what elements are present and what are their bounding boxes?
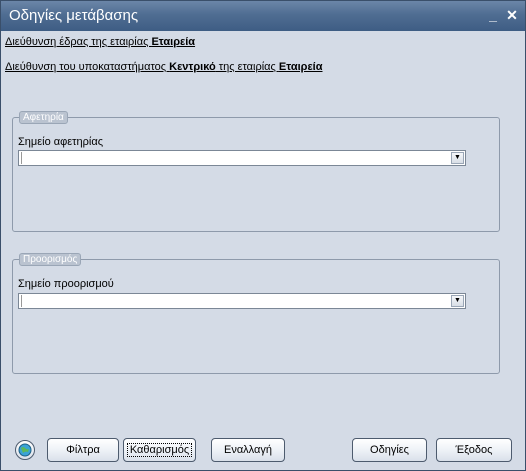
clear-button-label: Καθαρισμός [126, 443, 193, 457]
branch-link-middle: της εταιρίας [215, 61, 279, 73]
close-button[interactable]: ✕ [504, 7, 520, 23]
directions-button[interactable]: Οδηγίες [352, 438, 427, 462]
branch-name: Κεντρικό [169, 61, 216, 73]
start-point-caret [21, 152, 23, 164]
directions-button-label: Οδηγίες [370, 444, 409, 456]
minimize-button[interactable]: _ [485, 7, 501, 23]
filters-button[interactable]: Φίλτρα [47, 438, 119, 462]
headquarters-link-prefix: Διεύθυνση έδρας της εταιρίας [5, 36, 152, 48]
chevron-down-icon[interactable]: ▼ [451, 295, 464, 307]
exit-button-label: Έξοδος [455, 444, 493, 456]
chevron-down-icon[interactable]: ▼ [451, 152, 464, 164]
swap-button[interactable]: Εναλλαγή [211, 438, 285, 462]
map-globe-icon [18, 443, 32, 457]
branch-link-prefix: Διεύθυνση του υποκαταστήματος [5, 61, 170, 73]
destination-point-combobox[interactable]: ▼ [18, 293, 466, 309]
branch-company-name: Εταιρεία [278, 61, 323, 73]
clear-button[interactable]: Καθαρισμός [123, 438, 196, 462]
start-group-legend: Αφετηρία [19, 111, 68, 124]
map-button[interactable] [15, 440, 35, 460]
destination-group-legend: Προορισμός [19, 253, 82, 266]
headquarters-company-name: Εταιρεία [151, 36, 196, 48]
branch-address-link[interactable]: Διεύθυνση του υποκαταστήματος Κεντρικό τ… [5, 61, 323, 73]
start-point-combobox[interactable]: ▼ [18, 150, 466, 166]
start-point-label: Σημείο αφετηρίας [18, 136, 103, 148]
exit-button[interactable]: Έξοδος [436, 438, 512, 462]
filters-button-label: Φίλτρα [66, 444, 100, 456]
window-title: Οδηγίες μετάβασης [9, 7, 139, 24]
swap-button-label: Εναλλαγή [223, 444, 272, 456]
title-bar: Οδηγίες μετάβασης _ ✕ [1, 1, 525, 31]
directions-window: Οδηγίες μετάβασης _ ✕ Διεύθυνση έδρας τη… [0, 0, 526, 471]
start-point-group: Αφετηρία Σημείο αφετηρίας ▼ [12, 111, 500, 232]
destination-group: Προορισμός Σημείο προορισμού ▼ [12, 253, 500, 374]
headquarters-address-link[interactable]: Διεύθυνση έδρας της εταιρίας Εταιρεία [5, 36, 195, 48]
destination-point-label: Σημείο προορισμού [18, 278, 114, 290]
destination-point-caret [21, 295, 23, 307]
